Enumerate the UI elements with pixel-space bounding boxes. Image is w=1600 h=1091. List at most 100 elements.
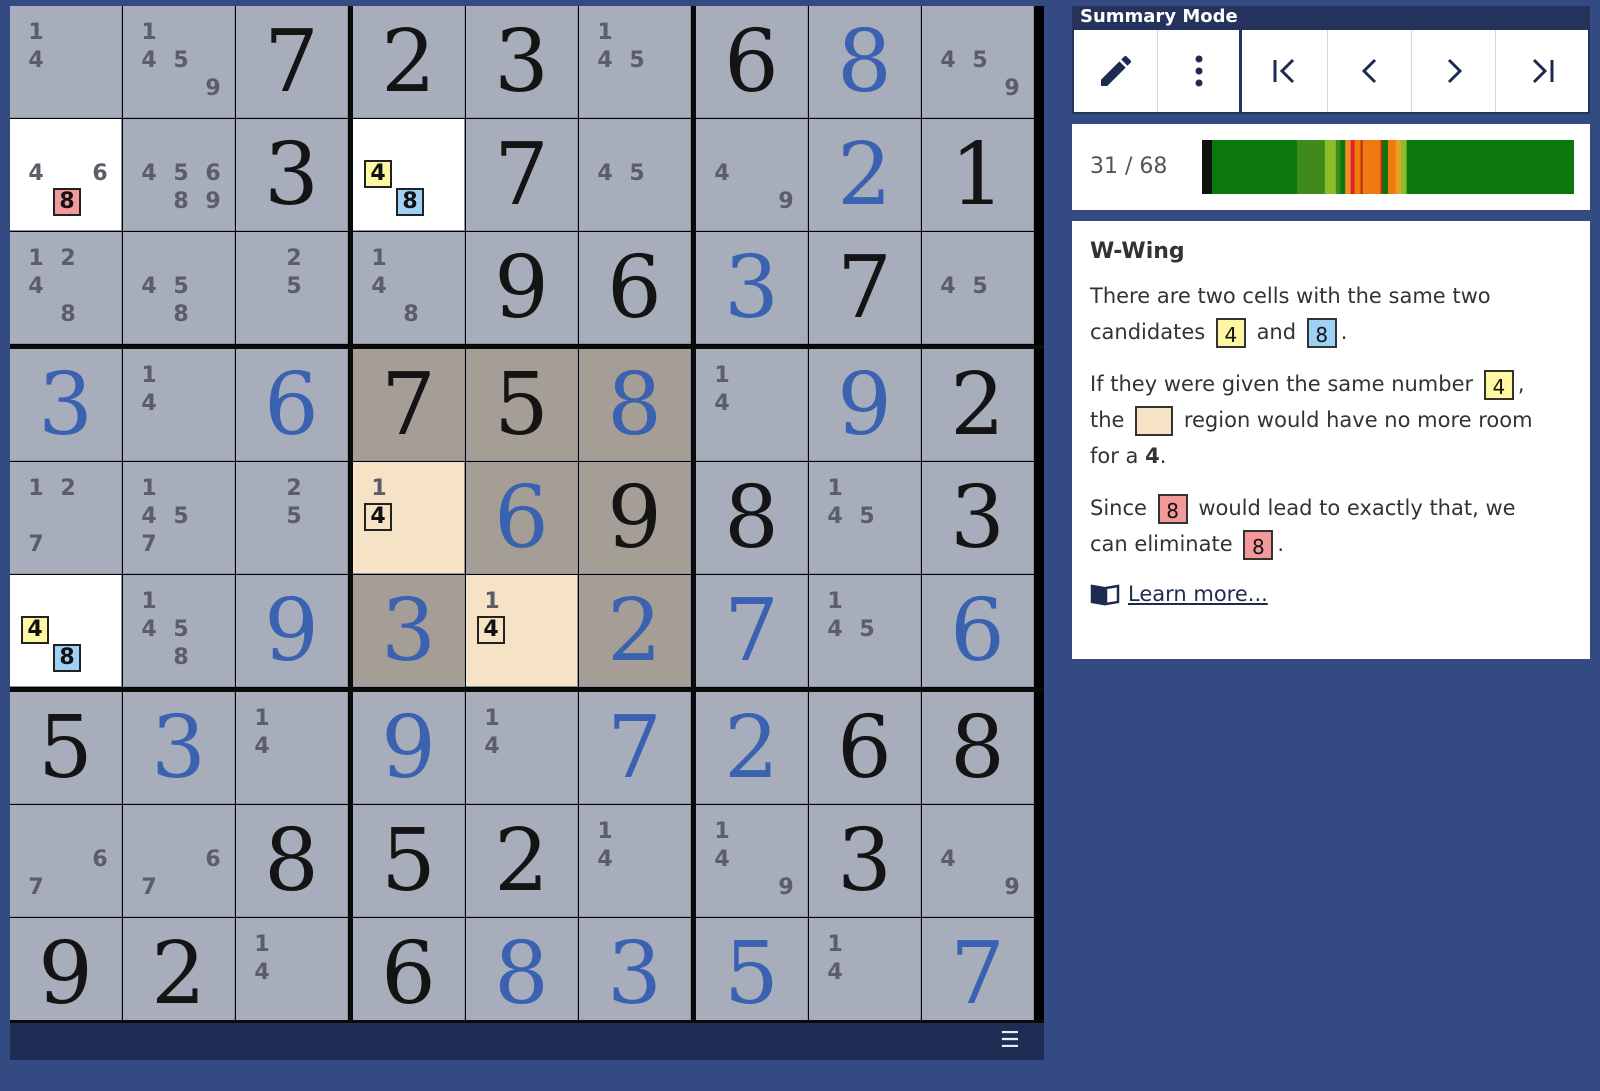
- prev-step-button[interactable]: [1328, 30, 1412, 112]
- candidate: 4: [28, 274, 44, 299]
- highlighted-candidate: 8: [396, 188, 424, 216]
- cell-r1c8[interactable]: 8: [809, 6, 921, 118]
- cell-r5c3[interactable]: 25: [236, 462, 348, 574]
- timeline-start-segment: [1202, 140, 1212, 194]
- cell-r9c5[interactable]: 8: [466, 918, 578, 1030]
- cell-r4c5[interactable]: 5: [466, 349, 578, 461]
- cell-r7c6[interactable]: 7: [579, 692, 691, 804]
- cell-r9c3[interactable]: 14: [236, 918, 348, 1030]
- cell-r9c4[interactable]: 6: [353, 918, 465, 1030]
- cell-r3c5[interactable]: 9: [466, 232, 578, 344]
- cell-r8c9[interactable]: 49: [922, 805, 1034, 917]
- cell-r5c8[interactable]: 1 45: [809, 462, 921, 574]
- first-step-button[interactable]: [1242, 30, 1328, 112]
- cell-r6c6[interactable]: 2: [579, 575, 691, 687]
- cell-r2c3[interactable]: 3: [236, 119, 348, 231]
- cell-r6c4[interactable]: 3: [353, 575, 465, 687]
- cell-r3c6[interactable]: 6: [579, 232, 691, 344]
- cell-r5c1[interactable]: 12 7: [10, 462, 122, 574]
- cell-r7c4[interactable]: 9: [353, 692, 465, 804]
- cell-r6c9[interactable]: 6: [922, 575, 1034, 687]
- cell-value: 3: [607, 923, 662, 1024]
- cell-r4c4[interactable]: 7: [353, 349, 465, 461]
- cell-r2c1[interactable]: 4 68: [10, 119, 122, 231]
- cell-r2c8[interactable]: 2: [809, 119, 921, 231]
- cell-r4c3[interactable]: 6: [236, 349, 348, 461]
- cell-r1c6[interactable]: 1 45: [579, 6, 691, 118]
- cell-r5c4[interactable]: 14: [353, 462, 465, 574]
- cell-r3c1[interactable]: 1248: [10, 232, 122, 344]
- cell-r1c5[interactable]: 3: [466, 6, 578, 118]
- cell-r7c2[interactable]: 3: [123, 692, 235, 804]
- cell-r2c2[interactable]: 45689: [123, 119, 235, 231]
- cell-r4c9[interactable]: 2: [922, 349, 1034, 461]
- next-step-button[interactable]: [1412, 30, 1496, 112]
- hamburger-menu-icon[interactable]: ☰: [1000, 1030, 1022, 1052]
- cell-r8c4[interactable]: 5: [353, 805, 465, 917]
- cell-r3c9[interactable]: 45: [922, 232, 1034, 344]
- candidate: 6: [92, 161, 108, 186]
- cell-r5c9[interactable]: 3: [922, 462, 1034, 574]
- cell-r2c9[interactable]: 1: [922, 119, 1034, 231]
- cell-r8c5[interactable]: 2: [466, 805, 578, 917]
- cell-r9c8[interactable]: 14: [809, 918, 921, 1030]
- cell-r2c4[interactable]: 48: [353, 119, 465, 231]
- cell-r5c6[interactable]: 9: [579, 462, 691, 574]
- cell-r8c1[interactable]: 67: [10, 805, 122, 917]
- timeline-difficulty-segment: [1350, 140, 1355, 194]
- cell-r3c2[interactable]: 45 8: [123, 232, 235, 344]
- cell-r8c6[interactable]: 14: [579, 805, 691, 917]
- cell-r3c7[interactable]: 3: [696, 232, 808, 344]
- pencil-button[interactable]: [1074, 30, 1158, 112]
- cell-r9c1[interactable]: 9: [10, 918, 122, 1030]
- cell-r1c4[interactable]: 2: [353, 6, 465, 118]
- cell-r7c1[interactable]: 5: [10, 692, 122, 804]
- sudoku-board[interactable]: 1414597231456845946845689348745492112484…: [10, 6, 1044, 1036]
- step-timeline[interactable]: [1202, 137, 1574, 197]
- cell-r6c1[interactable]: 48: [10, 575, 122, 687]
- last-step-button[interactable]: [1496, 30, 1588, 112]
- cell-r1c9[interactable]: 459: [922, 6, 1034, 118]
- cell-r3c8[interactable]: 7: [809, 232, 921, 344]
- cell-r7c8[interactable]: 6: [809, 692, 921, 804]
- cell-r8c8[interactable]: 3: [809, 805, 921, 917]
- cell-r2c5[interactable]: 7: [466, 119, 578, 231]
- cell-r8c3[interactable]: 8: [236, 805, 348, 917]
- cell-r4c2[interactable]: 14: [123, 349, 235, 461]
- cell-r4c8[interactable]: 9: [809, 349, 921, 461]
- cell-r7c3[interactable]: 14: [236, 692, 348, 804]
- cell-r6c8[interactable]: 1 45: [809, 575, 921, 687]
- cell-r8c2[interactable]: 67: [123, 805, 235, 917]
- cell-r1c7[interactable]: 6: [696, 6, 808, 118]
- cell-r6c7[interactable]: 7: [696, 575, 808, 687]
- cell-r9c9[interactable]: 7: [922, 918, 1034, 1030]
- cell-r9c7[interactable]: 5: [696, 918, 808, 1030]
- cell-r3c4[interactable]: 1 48: [353, 232, 465, 344]
- cell-r5c5[interactable]: 6: [466, 462, 578, 574]
- cell-r7c9[interactable]: 8: [922, 692, 1034, 804]
- cell-r4c7[interactable]: 14: [696, 349, 808, 461]
- cell-r2c7[interactable]: 49: [696, 119, 808, 231]
- cell-r1c3[interactable]: 7: [236, 6, 348, 118]
- cell-r9c2[interactable]: 2: [123, 918, 235, 1030]
- cell-r9c6[interactable]: 3: [579, 918, 691, 1030]
- cell-r8c7[interactable]: 1 4 9: [696, 805, 808, 917]
- cell-r1c1[interactable]: 14: [10, 6, 122, 118]
- learn-more-link[interactable]: Learn more...: [1128, 582, 1268, 606]
- candidate: 1: [484, 706, 500, 731]
- cell-r7c5[interactable]: 14: [466, 692, 578, 804]
- cell-r6c2[interactable]: 1 45 8: [123, 575, 235, 687]
- cell-r3c3[interactable]: 25: [236, 232, 348, 344]
- cell-r4c1[interactable]: 3: [10, 349, 122, 461]
- book-icon: [1090, 584, 1120, 606]
- cell-r4c6[interactable]: 8: [579, 349, 691, 461]
- cell-r6c5[interactable]: 14: [466, 575, 578, 687]
- cell-value: 9: [607, 467, 662, 568]
- cell-r6c3[interactable]: 9: [236, 575, 348, 687]
- cell-r7c7[interactable]: 2: [696, 692, 808, 804]
- cell-r1c2[interactable]: 1 459: [123, 6, 235, 118]
- more-options-button[interactable]: [1158, 30, 1242, 112]
- cell-r5c7[interactable]: 8: [696, 462, 808, 574]
- cell-r5c2[interactable]: 1 457: [123, 462, 235, 574]
- cell-r2c6[interactable]: 45: [579, 119, 691, 231]
